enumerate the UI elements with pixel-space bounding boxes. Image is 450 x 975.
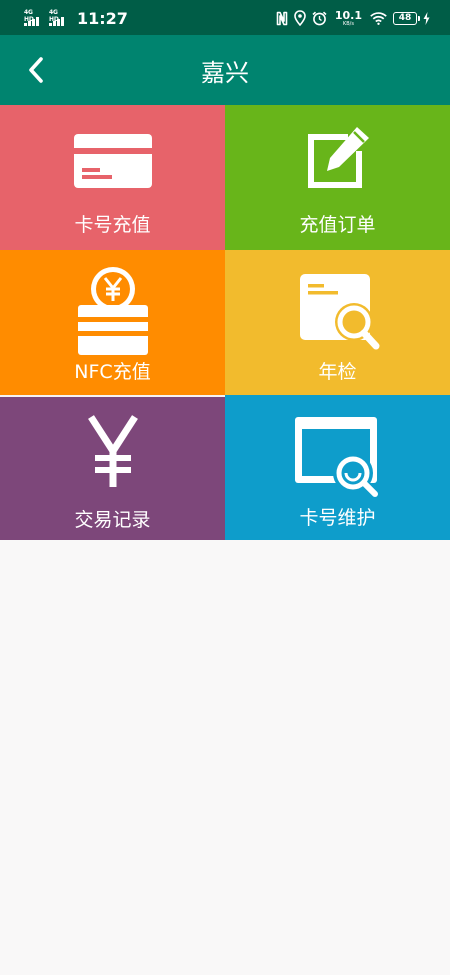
battery-icon: 48: [393, 11, 420, 25]
tile-label: 充值订单: [299, 214, 376, 236]
search-card-icon: [299, 274, 379, 350]
signal-icon: 4G HD: [24, 9, 43, 27]
net-speed-value: 10.1: [334, 8, 362, 22]
card-maintenance-tile[interactable]: 卡号维护: [225, 395, 450, 540]
charging-icon: [423, 11, 430, 25]
tile-label: 交易记录: [74, 509, 151, 531]
alarm-icon: [312, 11, 327, 25]
tile-label: 卡号维护: [299, 507, 376, 529]
wifi-icon: [370, 11, 387, 25]
app-bar: 嘉兴: [0, 35, 450, 105]
card-icon: [73, 134, 152, 188]
nfc-icon: [276, 11, 288, 25]
net-speed: 10.1 KB/s: [335, 10, 362, 27]
recharge-orders-tile[interactable]: 充值订单: [225, 105, 450, 250]
transaction-records-tile[interactable]: 交易记录: [0, 395, 225, 540]
nfc-recharge-tile[interactable]: NFC充值: [0, 250, 225, 395]
battery-level: 48: [398, 13, 412, 23]
tile-label: 年检: [318, 361, 357, 383]
status-time: 11:27: [77, 8, 128, 28]
back-button[interactable]: [14, 47, 58, 93]
signal-icon: 4G HD: [49, 9, 68, 27]
tile-label: 卡号充值: [74, 214, 151, 236]
status-bar: 4G HD 4G HD 11:27 10.1 KB/s 48: [0, 0, 450, 35]
chevron-left-icon: [29, 57, 43, 83]
status-left: 4G HD 4G HD 11:27: [24, 6, 128, 30]
location-icon: [294, 10, 306, 26]
annual-inspection-tile[interactable]: 年检: [225, 250, 450, 395]
tile-label: NFC充值: [74, 361, 151, 383]
edit-order-icon: [307, 127, 369, 188]
status-right: 10.1 KB/s 48: [276, 6, 430, 30]
search-window-icon: [294, 417, 378, 497]
page-title: 嘉兴: [201, 58, 249, 87]
yuan-icon: [87, 415, 138, 487]
card-recharge-tile[interactable]: 卡号充值: [0, 105, 225, 250]
yuan-coin-card-icon: [77, 267, 148, 355]
net-speed-unit: KB/s: [342, 20, 354, 27]
